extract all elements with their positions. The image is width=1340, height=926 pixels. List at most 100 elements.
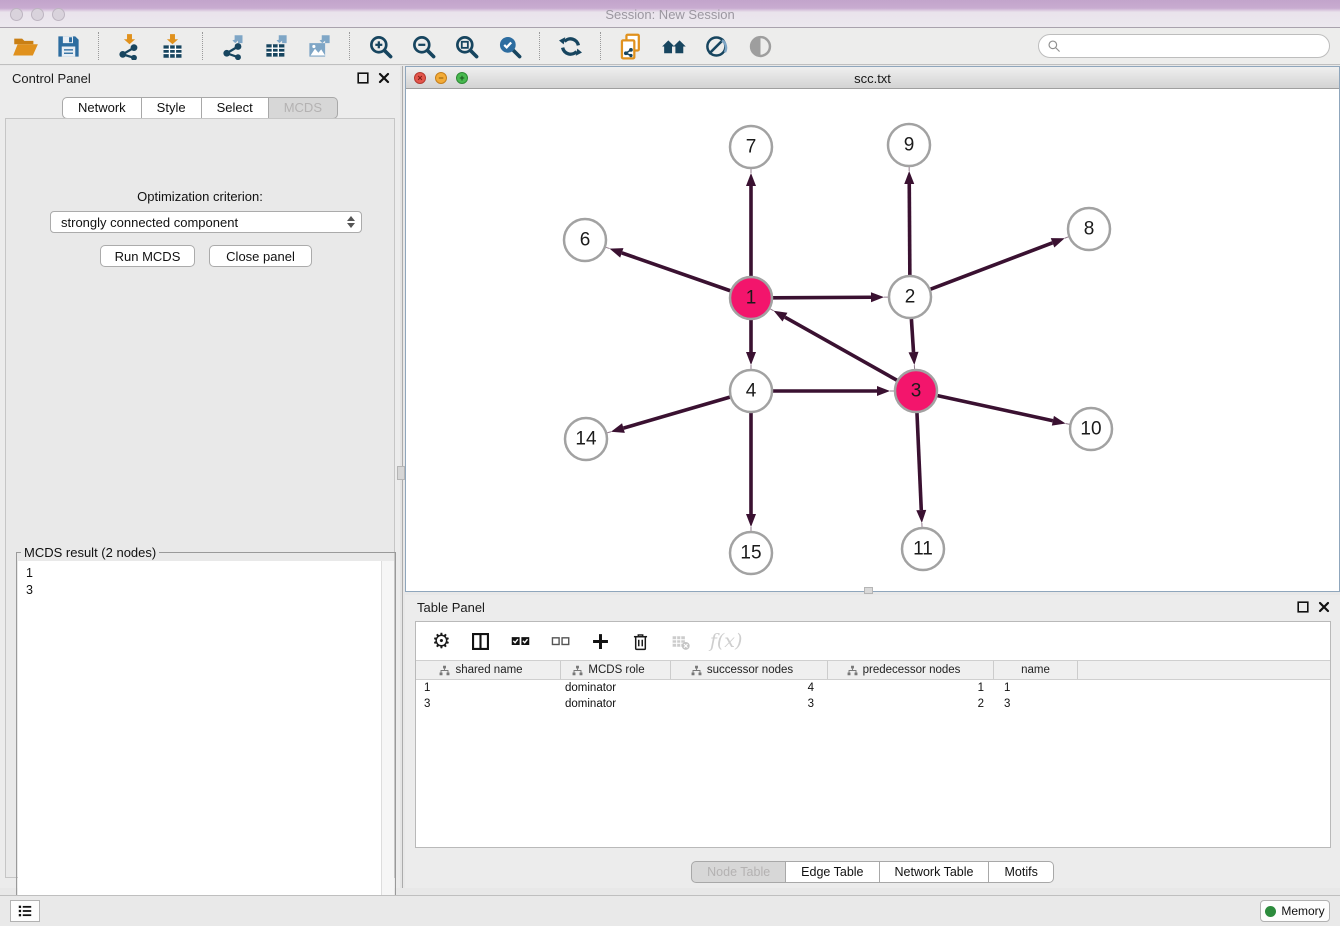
application-window: Session: New Session Control Panel Netwo… (0, 0, 1340, 926)
close-table-panel-icon[interactable] (1318, 601, 1330, 613)
edge-4-15[interactable] (746, 413, 756, 532)
edge-2-8[interactable] (931, 236, 1070, 289)
tab-network-table[interactable]: Network Table (880, 861, 990, 883)
table-settings-gear-button[interactable]: ⚙ (432, 628, 451, 654)
node-3[interactable]: 3 (895, 370, 937, 412)
control-panel: Control Panel NetworkStyleSelectMCDS Opt… (0, 66, 400, 888)
search-input[interactable] (1066, 38, 1321, 55)
select-all-rows-button[interactable] (510, 628, 531, 654)
zoom-out-button[interactable] (408, 31, 438, 61)
save-session-button[interactable] (53, 31, 83, 61)
edge-1-6[interactable] (605, 247, 730, 291)
close-panel-button[interactable]: Close panel (209, 245, 312, 267)
task-history-button[interactable] (10, 900, 40, 922)
run-mcds-button[interactable]: Run MCDS (100, 245, 195, 267)
zoom-in-button[interactable] (365, 31, 395, 61)
node-label-4: 4 (746, 381, 757, 402)
node-15[interactable]: 15 (730, 532, 772, 574)
cell[interactable]: 3 (671, 698, 828, 710)
export-network-button[interactable] (218, 31, 248, 61)
node-4[interactable]: 4 (730, 370, 772, 412)
edge-3-10[interactable] (937, 396, 1070, 426)
add-column-button[interactable] (590, 628, 611, 654)
tab-network[interactable]: Network (62, 97, 142, 119)
close-panel-icon[interactable] (378, 72, 390, 84)
optimization-criterion-select[interactable]: strongly connected component (50, 211, 362, 233)
tab-mcds[interactable]: MCDS (269, 97, 338, 119)
node-8[interactable]: 8 (1068, 208, 1110, 250)
cell[interactable]: 1 (994, 682, 1078, 694)
tab-select[interactable]: Select (202, 97, 269, 119)
delete-column-button[interactable] (630, 628, 651, 654)
toolbar-separator (98, 32, 99, 60)
cell[interactable]: dominator (561, 698, 671, 710)
tab-node-table[interactable]: Node Table (691, 861, 786, 883)
column-header-mcds-role[interactable]: MCDS role (561, 661, 671, 679)
node-2[interactable]: 2 (889, 276, 931, 318)
edge-1-4[interactable] (746, 320, 756, 370)
edge-2-3[interactable] (909, 319, 919, 370)
mcds-result-lines: 13 (18, 565, 394, 599)
cell[interactable]: 4 (671, 682, 828, 694)
node-11[interactable]: 11 (902, 528, 944, 570)
node-1[interactable]: 1 (730, 277, 772, 319)
zoom-selected-button[interactable] (494, 31, 524, 61)
cell[interactable]: dominator (561, 682, 671, 694)
edge-2-9[interactable] (904, 166, 914, 275)
cell[interactable]: 2 (828, 698, 994, 710)
eye-slash-icon (704, 33, 731, 60)
import-table-button[interactable] (157, 31, 187, 61)
open-session-button[interactable] (10, 31, 40, 61)
column-header-shared-name[interactable]: shared name (416, 661, 561, 679)
table-header-row: shared nameMCDS rolesuccessor nodesprede… (416, 660, 1330, 680)
horizontal-splitter-grip[interactable] (864, 587, 873, 594)
home-button[interactable] (659, 31, 689, 61)
column-header-successor-nodes[interactable]: successor nodes (671, 661, 828, 679)
float-table-panel-icon[interactable] (1297, 601, 1309, 613)
table-row[interactable]: 3dominator323 (416, 696, 1330, 712)
tree-icon (439, 665, 450, 676)
memory-button[interactable]: Memory (1260, 900, 1330, 922)
tab-edge-table[interactable]: Edge Table (786, 861, 879, 883)
zoom-fit-button[interactable] (451, 31, 481, 61)
deselect-all-rows-button[interactable] (550, 628, 571, 654)
float-panel-icon[interactable] (357, 72, 369, 84)
import-network-button[interactable] (114, 31, 144, 61)
zoom-selected-icon (496, 33, 523, 60)
tab-style[interactable]: Style (142, 97, 202, 119)
edge-4-3[interactable] (773, 386, 895, 396)
duplicate-network-button[interactable] (616, 31, 646, 61)
table-panel-title: Table Panel (417, 600, 485, 615)
node-10[interactable]: 10 (1070, 408, 1112, 450)
cell[interactable]: 1 (416, 682, 561, 694)
table-row[interactable]: 1dominator411 (416, 680, 1330, 696)
cell[interactable]: 1 (828, 682, 994, 694)
edge-3-11[interactable] (916, 413, 926, 528)
edge-1-7[interactable] (746, 168, 756, 276)
node-14[interactable]: 14 (565, 418, 607, 460)
result-scrollbar[interactable] (381, 561, 394, 925)
edge-4-14[interactable] (606, 397, 730, 433)
edge-1-2[interactable] (773, 292, 889, 302)
graph-canvas[interactable]: 7 9 6 8 1 2 4 3 14 10 15 11 (406, 89, 1339, 591)
column-header-name[interactable]: name (994, 661, 1078, 679)
cell[interactable]: 3 (416, 698, 561, 710)
mcds-result-list[interactable]: 13 (18, 561, 394, 925)
tab-motifs[interactable]: Motifs (989, 861, 1053, 883)
splitter-grip[interactable] (397, 466, 405, 480)
node-9[interactable]: 9 (888, 124, 930, 166)
column-header-predecessor-nodes[interactable]: predecessor nodes (828, 661, 994, 679)
refresh-view-button[interactable] (555, 31, 585, 61)
cell[interactable]: 3 (994, 698, 1078, 710)
edge-3-1[interactable] (769, 308, 897, 380)
control-panel-header: Control Panel (0, 66, 400, 92)
eye-slash-button[interactable] (702, 31, 732, 61)
vertical-splitter[interactable] (400, 66, 403, 888)
search-box[interactable] (1038, 34, 1330, 58)
export-image-button[interactable] (304, 31, 334, 61)
node-7[interactable]: 7 (730, 126, 772, 168)
refresh-view-icon (557, 33, 584, 60)
toggle-column-visibility-button[interactable] (470, 628, 491, 654)
export-table-button[interactable] (261, 31, 291, 61)
node-6[interactable]: 6 (564, 219, 606, 261)
